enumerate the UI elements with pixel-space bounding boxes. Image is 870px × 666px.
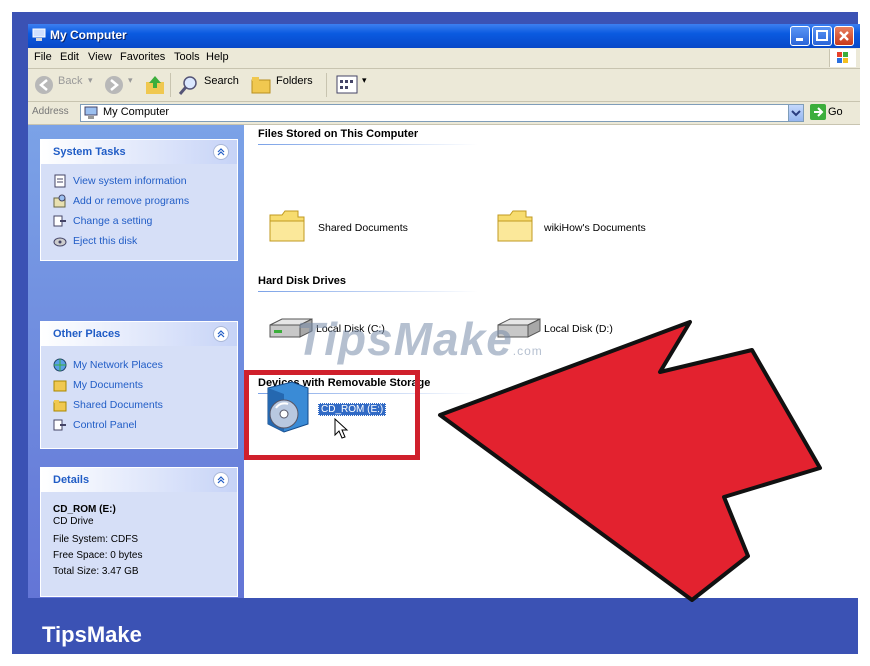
toolbar-separator	[326, 73, 327, 97]
chevron-down-icon	[791, 110, 801, 117]
explorer-window: My Computer File Edit View Favorites Too…	[28, 24, 860, 598]
my-documents-icon	[53, 380, 67, 392]
menu-tools[interactable]: Tools	[174, 51, 200, 63]
views-dropdown-icon[interactable]: ▾	[362, 75, 367, 86]
image-frame: My Computer File Edit View Favorites Too…	[0, 0, 870, 666]
back-dropdown-icon[interactable]: ▾	[88, 75, 93, 86]
details-title: Details	[53, 474, 90, 486]
group-header-files: Files Stored on This Computer	[258, 128, 419, 140]
close-icon	[839, 31, 849, 41]
details-free-space: Free Space: 0 bytes	[53, 550, 143, 561]
forward-arrow-icon[interactable]	[104, 75, 124, 95]
eject-icon	[53, 237, 67, 247]
collapse-icon[interactable]	[213, 326, 229, 342]
search-button[interactable]: Search	[204, 75, 239, 87]
my-computer-icon	[84, 106, 98, 119]
system-tasks-title: System Tasks	[53, 146, 126, 158]
up-folder-icon[interactable]	[144, 74, 166, 96]
maximize-icon	[816, 30, 828, 41]
maximize-button[interactable]	[812, 26, 832, 46]
system-tasks-header[interactable]: System Tasks	[41, 140, 237, 164]
other-places-title: Other Places	[53, 328, 121, 340]
address-value: My Computer	[103, 106, 170, 118]
go-arrow-icon[interactable]	[810, 104, 826, 120]
group-divider	[258, 291, 478, 292]
minimize-icon	[796, 38, 803, 41]
window-title: My Computer	[50, 28, 127, 42]
windows-logo-icon	[829, 49, 856, 67]
system-info-icon	[54, 174, 66, 188]
menu-favorites[interactable]: Favorites	[120, 51, 165, 63]
menu-bar: File Edit View Favorites Tools Help	[28, 48, 860, 69]
menu-edit[interactable]: Edit	[60, 51, 79, 63]
folders-icon	[251, 77, 271, 94]
folder-icon	[269, 210, 305, 242]
menu-view[interactable]: View	[88, 51, 112, 63]
collapse-icon[interactable]	[213, 144, 229, 160]
group-divider	[258, 144, 478, 145]
search-icon	[178, 76, 197, 95]
details-name: CD_ROM (E:)	[53, 504, 116, 515]
collapse-icon[interactable]	[213, 472, 229, 488]
other-places-header[interactable]: Other Places	[41, 322, 237, 346]
close-button[interactable]	[834, 26, 854, 46]
folder-icon	[497, 210, 533, 242]
network-places-icon	[53, 358, 67, 372]
address-input[interactable]: My Computer	[80, 104, 804, 122]
address-bar: Address My Computer Go	[28, 102, 860, 125]
highlight-box	[244, 370, 420, 460]
folders-button[interactable]: Folders	[276, 75, 313, 87]
control-panel-icon	[53, 419, 66, 431]
add-remove-programs-icon	[53, 194, 66, 208]
address-dropdown-button[interactable]	[788, 105, 803, 121]
address-label: Address	[32, 106, 69, 117]
details-type: CD Drive	[53, 516, 94, 527]
toolbar: Back ▾ ▾ Search Folders ▾	[28, 69, 860, 102]
other-places-panel: Other Places My Network Places My Docume…	[40, 321, 238, 449]
menu-file[interactable]: File	[34, 51, 52, 63]
details-panel: Details CD_ROM (E:) CD Drive File System…	[40, 467, 238, 597]
system-tasks-panel: System Tasks View system information Add…	[40, 139, 238, 261]
minimize-button[interactable]	[790, 26, 810, 46]
title-bar[interactable]: My Computer	[28, 24, 860, 48]
group-header-hard-disks: Hard Disk Drives	[258, 275, 347, 287]
details-total-size: Total Size: 3.47 GB	[53, 566, 139, 577]
task-pane: System Tasks View system information Add…	[28, 125, 244, 598]
shared-folder-icon	[53, 400, 67, 412]
control-panel-icon	[53, 215, 66, 227]
menu-help[interactable]: Help	[206, 51, 229, 63]
watermark: TipsMake.com	[296, 313, 543, 365]
forward-dropdown-icon[interactable]: ▾	[128, 75, 133, 86]
views-icon[interactable]	[336, 75, 362, 95]
details-header[interactable]: Details	[41, 468, 237, 492]
go-button[interactable]: Go	[828, 106, 843, 118]
back-button[interactable]: Back	[58, 75, 82, 87]
toolbar-separator	[170, 73, 171, 97]
brand-logo-text: TipsMake	[42, 622, 142, 647]
my-computer-icon	[32, 28, 46, 41]
details-file-system: File System: CDFS	[53, 534, 139, 545]
back-arrow-icon	[35, 76, 53, 94]
